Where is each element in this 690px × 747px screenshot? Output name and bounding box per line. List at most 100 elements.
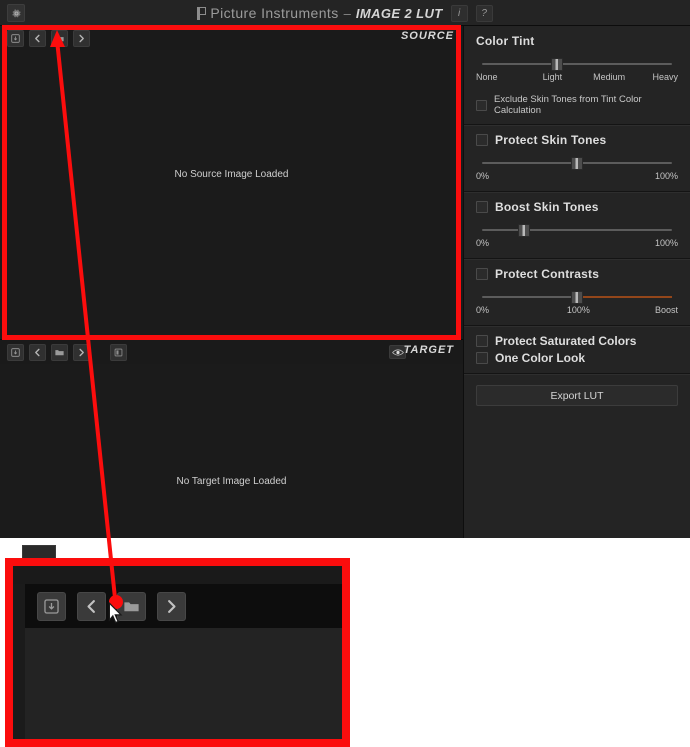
boost-skin-tones-checkbox[interactable] bbox=[476, 201, 488, 213]
source-empty-wrapper: No Source Image Loaded bbox=[175, 169, 289, 180]
export-lut-button[interactable]: Export LUT bbox=[476, 385, 678, 406]
boost-skin-tones-handle[interactable] bbox=[518, 224, 531, 237]
protect-contrasts-slider[interactable] bbox=[476, 291, 678, 304]
chevron-left-icon bbox=[35, 34, 40, 42]
protect-saturated-colors-label: Protect Saturated Colors bbox=[495, 334, 637, 348]
load-source-button[interactable] bbox=[7, 29, 24, 47]
info-button[interactable]: i bbox=[450, 4, 468, 22]
protect-skin-tones-scale-min: 0% bbox=[476, 171, 490, 181]
title-bar: Picture Instruments – IMAGE 2 LUT i ? bbox=[0, 0, 690, 26]
target-image-area[interactable]: No Target Image Loaded bbox=[0, 364, 463, 538]
clipboard-down-icon bbox=[44, 598, 59, 614]
target-empty-message: No Target Image Loaded bbox=[176, 475, 287, 487]
load-target-button[interactable] bbox=[7, 343, 24, 361]
magnified-toolbar-inset bbox=[5, 558, 350, 747]
boost-skin-tones-scale: 0% 100% bbox=[476, 238, 678, 250]
protect-contrasts-title: Protect Contrasts bbox=[495, 267, 600, 281]
protect-contrasts-handle[interactable] bbox=[571, 291, 583, 304]
previous-source-button[interactable] bbox=[77, 591, 106, 621]
color-tint-title: Color Tint bbox=[476, 34, 535, 48]
one-color-look-label: One Color Look bbox=[495, 351, 585, 365]
target-panel: TARGET No Target Image Loaded bbox=[0, 339, 463, 538]
source-toolbar: SOURCE bbox=[0, 26, 463, 50]
color-tint-slider[interactable] bbox=[476, 58, 678, 71]
open-target-folder-button[interactable] bbox=[51, 343, 68, 361]
next-source-button[interactable] bbox=[157, 591, 186, 621]
protect-skin-tones-checkbox[interactable] bbox=[476, 134, 488, 146]
boost-skin-tones-scale-max: 100% bbox=[654, 238, 678, 248]
next-target-button[interactable] bbox=[73, 343, 90, 361]
inset-title-strip bbox=[13, 566, 342, 584]
color-tint-track bbox=[482, 63, 672, 65]
protect-skin-tones-scale-max: 100% bbox=[654, 171, 678, 181]
target-empty-wrapper: No Target Image Loaded bbox=[177, 476, 287, 487]
application-window: Picture Instruments – IMAGE 2 LUT i ? SO… bbox=[0, 0, 690, 538]
chevron-left-icon bbox=[35, 348, 40, 356]
inset-image-area bbox=[25, 628, 342, 739]
exclude-skin-tones-row[interactable]: Exclude Skin Tones from Tint Color Calcu… bbox=[476, 94, 678, 116]
folder-icon bbox=[55, 349, 64, 355]
workspace: SOURCE No Source Image Loaded TARGET No … bbox=[0, 26, 463, 538]
protect-contrasts-scale-max: Boost bbox=[654, 305, 678, 315]
protect-saturated-colors-row[interactable]: Protect Saturated Colors bbox=[476, 334, 678, 348]
one-color-look-checkbox[interactable] bbox=[476, 352, 488, 364]
previous-source-button[interactable] bbox=[29, 29, 46, 47]
source-panel-label: SOURCE bbox=[400, 30, 454, 42]
section-color-options: Protect Saturated Colors One Color Look bbox=[464, 326, 690, 374]
section-export: Export LUT bbox=[464, 374, 690, 417]
inset-toolbar bbox=[25, 584, 342, 628]
protect-contrasts-scale-mid: 100% bbox=[566, 305, 590, 315]
protect-contrasts-scale-min: 0% bbox=[476, 305, 490, 315]
title-center-group: Picture Instruments – IMAGE 2 LUT i ? bbox=[0, 0, 690, 26]
clipboard-down-icon bbox=[11, 347, 20, 357]
source-panel: SOURCE No Source Image Loaded bbox=[0, 26, 463, 339]
folder-icon bbox=[124, 601, 139, 611]
protect-skin-tones-scale: 0% 100% bbox=[476, 171, 678, 183]
protect-skin-tones-header[interactable]: Protect Skin Tones bbox=[476, 133, 678, 147]
previous-target-button[interactable] bbox=[29, 343, 46, 361]
protect-saturated-colors-checkbox[interactable] bbox=[476, 335, 488, 347]
protect-skin-tones-title: Protect Skin Tones bbox=[495, 133, 607, 147]
next-source-button[interactable] bbox=[73, 29, 90, 47]
mouse-pointer-icon bbox=[108, 602, 123, 624]
protect-skin-tones-slider[interactable] bbox=[476, 157, 678, 170]
target-toolbar: TARGET bbox=[0, 340, 463, 364]
boost-skin-tones-header[interactable]: Boost Skin Tones bbox=[476, 200, 678, 214]
controls-sidepanel: Color Tint None Light Medium Heavy Exclu… bbox=[463, 26, 690, 538]
title-separator: – bbox=[343, 5, 351, 21]
chevron-left-icon bbox=[87, 599, 95, 613]
color-tint-scale-none: None bbox=[476, 72, 498, 82]
source-empty-message: No Source Image Loaded bbox=[174, 169, 289, 180]
picture-instruments-logo-icon bbox=[197, 6, 207, 20]
exclude-skin-tones-checkbox[interactable] bbox=[476, 99, 487, 111]
app-product-label: IMAGE 2 LUT bbox=[355, 5, 443, 21]
color-tint-scale-medium: Medium bbox=[593, 72, 626, 82]
eye-toggle-icon bbox=[391, 348, 404, 356]
protect-skin-tones-handle[interactable] bbox=[571, 157, 583, 170]
load-source-button[interactable] bbox=[37, 591, 66, 621]
target-panel-label: TARGET bbox=[403, 344, 454, 356]
reset-target-button[interactable] bbox=[110, 343, 127, 361]
protect-contrasts-header[interactable]: Protect Contrasts bbox=[476, 267, 678, 281]
boost-skin-tones-title: Boost Skin Tones bbox=[495, 200, 599, 214]
one-color-look-row[interactable]: One Color Look bbox=[476, 351, 678, 365]
protect-contrasts-boost-track bbox=[577, 296, 672, 298]
chevron-right-icon bbox=[168, 599, 176, 613]
folder-icon bbox=[55, 35, 64, 41]
boost-skin-tones-slider[interactable] bbox=[476, 224, 678, 237]
section-protect-contrasts: Protect Contrasts 0% 100% Boost bbox=[464, 259, 690, 326]
app-brand-label: Picture Instruments bbox=[210, 5, 339, 21]
source-image-area[interactable]: No Source Image Loaded bbox=[0, 50, 463, 339]
protect-contrasts-checkbox[interactable] bbox=[476, 268, 488, 280]
section-boost-skin-tones: Boost Skin Tones 0% 100% bbox=[464, 192, 690, 259]
color-tint-scale-heavy: Heavy bbox=[652, 72, 678, 82]
color-tint-scale-light: Light bbox=[542, 72, 563, 82]
help-button[interactable]: ? bbox=[475, 4, 493, 22]
panel-icon bbox=[114, 348, 123, 356]
color-tint-handle[interactable] bbox=[550, 58, 563, 71]
open-source-folder-button[interactable] bbox=[51, 29, 68, 47]
boost-skin-tones-scale-min: 0% bbox=[476, 238, 490, 248]
chevron-right-icon bbox=[79, 348, 84, 356]
section-color-tint: Color Tint None Light Medium Heavy Exclu… bbox=[464, 26, 690, 125]
protect-contrasts-scale: 0% 100% Boost bbox=[476, 305, 678, 317]
